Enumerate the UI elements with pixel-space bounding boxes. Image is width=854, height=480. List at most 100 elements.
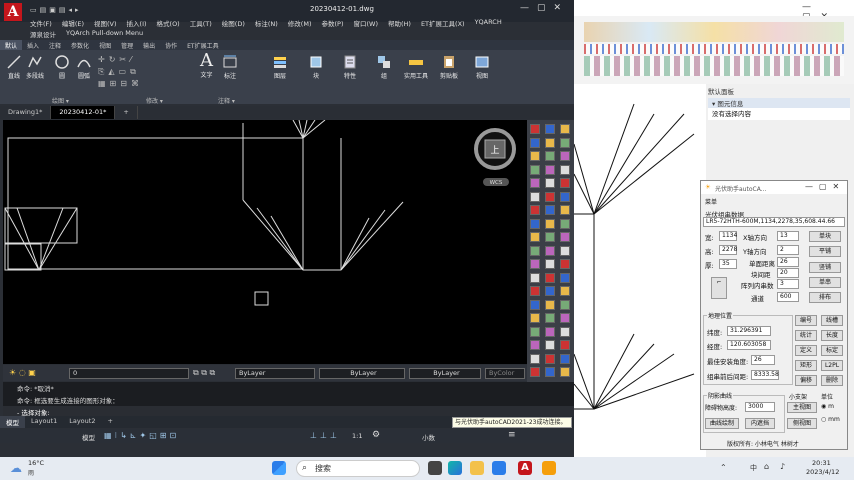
- side-tool-icon[interactable]: [545, 245, 555, 256]
- properties-tool[interactable]: 特性: [342, 54, 358, 80]
- side-tool-icon[interactable]: [560, 259, 570, 269]
- draw-panel-label[interactable]: 绘图 ▾: [52, 96, 69, 105]
- model-space-label[interactable]: 模型: [82, 432, 95, 442]
- side-tool-icon[interactable]: [560, 178, 570, 188]
- modify-panel-label[interactable]: 修改 ▾: [146, 96, 163, 105]
- unit-m-radio[interactable]: ◉ m: [821, 403, 834, 410]
- length-button[interactable]: 长度: [821, 330, 843, 341]
- side-tool-icon[interactable]: [560, 232, 570, 242]
- right-drawing-canvas[interactable]: [574, 84, 706, 457]
- tilt-input[interactable]: 26: [751, 355, 775, 365]
- side-tool-icon[interactable]: [530, 299, 540, 310]
- menu-yq-design[interactable]: 源泉设计: [26, 29, 60, 39]
- annotation-toggles[interactable]: ⊥⊥⊥: [310, 431, 340, 440]
- menu-format[interactable]: 格式(O): [153, 18, 184, 28]
- wire-tray-button[interactable]: 线槽: [821, 315, 843, 326]
- side-tool-icon[interactable]: [545, 137, 555, 148]
- side-tool-icon[interactable]: [545, 299, 555, 310]
- modify-tools-grid[interactable]: ✛↻✂⁄ ⎘◭▭⧉ ▦⊞⊟⌘: [98, 54, 190, 90]
- thick-input[interactable]: 35: [719, 259, 737, 269]
- module-select[interactable]: LR5-72HTH-600M,1134,2278,35,608.44.66: [703, 217, 845, 227]
- gear-icon[interactable]: ⚙: [372, 430, 380, 440]
- circle-tool[interactable]: 圆: [54, 54, 70, 80]
- drawing-canvas[interactable]: 上 WCS: [3, 120, 527, 364]
- side-tool-icon[interactable]: [545, 272, 555, 283]
- side-tool-icon[interactable]: [560, 326, 570, 337]
- ribbon-tab-output[interactable]: 输出: [138, 40, 160, 50]
- obstacle-input[interactable]: 3000: [745, 402, 775, 412]
- side-tool-icon[interactable]: [545, 178, 555, 188]
- arc-tool[interactable]: 圆弧: [76, 54, 92, 80]
- plugin-menu[interactable]: 菜单: [705, 197, 717, 206]
- side-tool-icon[interactable]: [530, 340, 540, 350]
- units-label[interactable]: 小数: [422, 432, 435, 442]
- file-explorer-icon[interactable]: [470, 461, 484, 475]
- doc-tab-active[interactable]: 20230412-01*: [51, 106, 116, 119]
- quick-access-toolbar[interactable]: ▭▤▣▤◂▸: [30, 6, 96, 15]
- side-tool-icon[interactable]: [560, 218, 570, 229]
- side-tool-icon[interactable]: [545, 286, 555, 296]
- side-tool-icon[interactable]: [545, 164, 555, 175]
- array-input[interactable]: 3: [777, 279, 799, 289]
- volume-icon[interactable]: ♪: [780, 462, 785, 471]
- side-tool-icon[interactable]: [545, 191, 555, 202]
- lineweight-dropdown[interactable]: ByLayer: [409, 368, 481, 379]
- layout-tab-layout2[interactable]: Layout2: [63, 416, 101, 428]
- side-tool-icon[interactable]: [530, 313, 540, 323]
- menu-help[interactable]: 帮助(H): [384, 18, 415, 28]
- side-tool-icon[interactable]: [530, 245, 540, 256]
- ribbon-tab-insert[interactable]: 插入: [22, 40, 44, 50]
- autocad-logo[interactable]: A: [4, 3, 22, 21]
- menu-file[interactable]: 文件(F): [26, 18, 56, 28]
- taskbar-search[interactable]: ⌕ 搜索: [296, 460, 420, 477]
- side-tool-icon[interactable]: [545, 313, 555, 323]
- spacing-input[interactable]: 8333.58: [751, 370, 779, 380]
- side-tool-icon[interactable]: [560, 245, 570, 256]
- side-tool-icon[interactable]: [530, 286, 540, 296]
- side-tool-icon[interactable]: [530, 232, 540, 242]
- menu-dimension[interactable]: 标注(N): [251, 18, 282, 28]
- side-tool-icon[interactable]: [545, 340, 555, 350]
- doc-tab-drawing1[interactable]: Drawing1*: [0, 106, 52, 119]
- layer-tool[interactable]: 图层: [272, 54, 288, 80]
- ribbon-tab-view[interactable]: 视图: [94, 40, 116, 50]
- side-tool-icon[interactable]: [530, 367, 540, 377]
- menu-insert[interactable]: 插入(I): [123, 18, 151, 28]
- delete-button[interactable]: 删除: [821, 375, 843, 386]
- ycount-input[interactable]: 2: [777, 245, 799, 255]
- width-input[interactable]: 1134: [719, 231, 737, 241]
- side-tool-icon[interactable]: [530, 205, 540, 215]
- network-icon[interactable]: ⌂: [764, 462, 769, 471]
- side-tool-icon[interactable]: [545, 353, 555, 364]
- latitude-input[interactable]: 31.296391: [727, 326, 771, 336]
- side-tool-icon[interactable]: [545, 218, 555, 229]
- orientation-button[interactable]: ⌐: [711, 277, 727, 299]
- inner-shade-button[interactable]: 内遮挡: [745, 418, 775, 429]
- number-button[interactable]: 编号: [795, 315, 817, 326]
- plugin-command-row[interactable]: [584, 44, 844, 54]
- layer-tool-icons[interactable]: ⧉ ⧉ ⧉: [193, 368, 215, 378]
- side-view-button[interactable]: 侧视图: [787, 418, 817, 429]
- main-view-button[interactable]: 主视图: [787, 402, 817, 413]
- side-tool-icon[interactable]: [530, 151, 540, 161]
- side-tool-icon[interactable]: [560, 286, 570, 296]
- ribbon-tab-default[interactable]: 默认: [0, 40, 23, 50]
- top-icon-strip[interactable]: [584, 22, 844, 42]
- side-tool-icon[interactable]: [530, 259, 540, 269]
- layer-dropdown[interactable]: 0: [69, 368, 189, 379]
- side-tool-icon[interactable]: [560, 151, 570, 161]
- draw-curve-button[interactable]: 曲线绘制: [705, 418, 739, 429]
- side-tool-icon[interactable]: [560, 191, 570, 202]
- side-tool-icon[interactable]: [560, 205, 570, 215]
- calibrate-button[interactable]: 标定: [821, 345, 843, 356]
- pv-assistant-taskbar-icon[interactable]: [542, 461, 556, 475]
- layout-tab-layout1[interactable]: Layout1: [25, 416, 63, 428]
- vertical-layout-button[interactable]: 竖铺: [809, 262, 841, 273]
- side-tool-icon[interactable]: [530, 191, 540, 202]
- ribbon-tab-et[interactable]: ET扩展工具: [182, 40, 223, 50]
- dimension-tool[interactable]: 标注: [222, 54, 238, 80]
- menu-tools[interactable]: 工具(T): [186, 18, 216, 28]
- side-tool-icon[interactable]: [530, 353, 540, 364]
- menu-modify[interactable]: 修改(M): [284, 18, 316, 28]
- annotation-panel-label[interactable]: 注释 ▾: [218, 96, 235, 105]
